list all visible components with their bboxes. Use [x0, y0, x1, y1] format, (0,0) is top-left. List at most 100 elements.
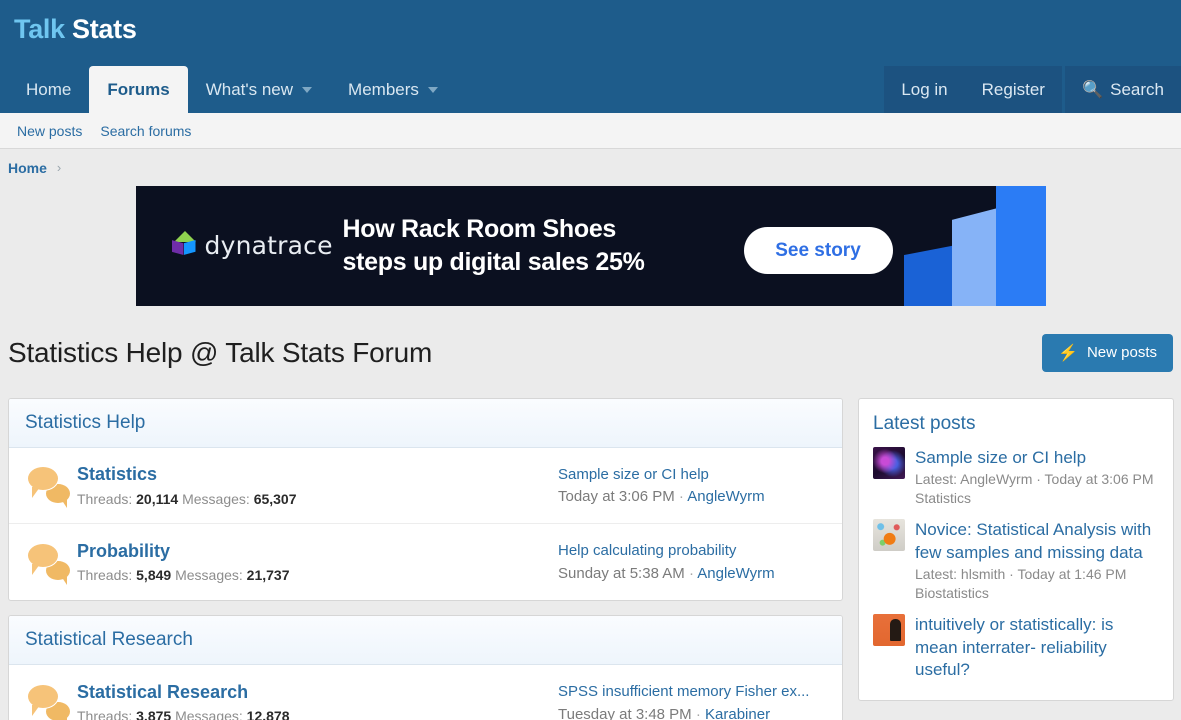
messages-count: 12,878 — [246, 708, 290, 720]
avatar[interactable] — [873, 518, 905, 551]
nav-item-members[interactable]: Members — [330, 66, 456, 113]
last-post-date: Sunday at 5:38 AM — [558, 564, 685, 582]
chevron-down-icon[interactable] — [302, 86, 313, 93]
messages-label: Messages: — [175, 567, 243, 584]
main-navigation: Home Forums What's new Members Log in Re… — [0, 66, 1181, 113]
ad-headline: How Rack Room Shoes steps up digital sal… — [343, 213, 645, 280]
forum-category-header[interactable]: Statistics Help — [9, 398, 842, 448]
ad-headline-line2: steps up digital sales 25% — [342, 248, 645, 277]
ad-cta-button[interactable]: See story — [743, 227, 893, 274]
forum-node-main: Statistical Research Threads: 3,875 Mess… — [77, 681, 548, 720]
search-button[interactable]: 🔍 Search — [1064, 66, 1181, 113]
forum-node-main: Statistics Threads: 20,114 Messages: 65,… — [77, 463, 548, 507]
forum-node-row[interactable]: Statistical Research Threads: 3,875 Mess… — [9, 665, 842, 720]
last-post-date: Today at 3:06 PM — [558, 488, 675, 506]
forum-node-title[interactable]: Statistical Research — [77, 681, 548, 704]
last-post-date: Tuesday at 3:48 PM — [558, 705, 692, 720]
ad-brand-logo: dynatrace — [169, 230, 333, 260]
register-button[interactable]: Register — [964, 66, 1062, 113]
latest-post-item[interactable]: Novice: Statistical Analysis with few sa… — [873, 518, 1159, 603]
sidebar-column: Latest posts Sample size or CI help Late… — [858, 397, 1174, 701]
forum-bubbles-icon — [25, 542, 77, 585]
messages-label: Messages: — [182, 490, 250, 507]
nav-item-home[interactable]: Home — [8, 66, 89, 113]
last-post-meta: Sunday at 5:38 AM · AngleWyrm — [558, 565, 826, 582]
forum-node-last-post: Sample size or CI help Today at 3:06 PM … — [548, 465, 826, 506]
forum-category-block: Statistical Research Statistical Researc… — [8, 614, 843, 720]
latest-post-meta: Latest: hlsmith · Today at 1:46 PM — [915, 566, 1127, 583]
secondary-navigation: New posts Search forums — [0, 113, 1181, 149]
logo-text-secondary: Stats — [72, 14, 137, 44]
chevron-down-icon[interactable] — [427, 86, 438, 93]
latest-post-title[interactable]: Sample size or CI help — [915, 447, 1159, 470]
last-post-title[interactable]: Help calculating probability — [558, 541, 826, 561]
forum-bubbles-icon — [25, 465, 77, 508]
page-title-row: Statistics Help @ Talk Stats Forum ⚡ New… — [0, 306, 1181, 398]
meta-separator: · — [678, 488, 684, 506]
new-posts-button[interactable]: ⚡ New posts — [1042, 333, 1173, 372]
subnav-item-new-posts[interactable]: New posts — [8, 123, 91, 139]
forum-node-stats: Threads: 3,875 Messages: 12,878 — [77, 708, 548, 720]
nav-item-forums-label: Forums — [107, 79, 170, 99]
nav-item-members-label: Members — [348, 79, 419, 99]
latest-post-item[interactable]: Sample size or CI help Latest: AngleWyrm… — [873, 446, 1159, 508]
threads-count: 5,849 — [136, 567, 172, 584]
ad-headline-line1: How Rack Room Shoes — [342, 215, 617, 243]
last-post-meta: Tuesday at 3:48 PM · Karabiner — [558, 706, 826, 720]
last-post-title[interactable]: SPSS insufficient memory Fisher ex... — [558, 682, 826, 702]
nav-primary-items: Home Forums What's new Members — [8, 66, 456, 113]
latest-post-forum[interactable]: Statistics — [915, 489, 1159, 508]
nav-item-forums[interactable]: Forums — [89, 66, 188, 113]
avatar[interactable] — [873, 613, 905, 646]
forum-node-row[interactable]: Statistics Threads: 20,114 Messages: 65,… — [9, 448, 842, 524]
nav-account-items: Log in Register 🔍 Search — [884, 66, 1181, 113]
latest-post-body: Sample size or CI help Latest: AngleWyrm… — [915, 447, 1159, 508]
messages-count: 21,737 — [246, 567, 290, 584]
breadcrumb-separator: › — [56, 160, 62, 175]
last-post-meta: Today at 3:06 PM · AngleWyrm — [558, 488, 826, 505]
ad-brand-name: dynatrace — [204, 230, 333, 260]
threads-count: 20,114 — [136, 490, 179, 507]
threads-count: 3,875 — [136, 708, 172, 720]
last-post-title[interactable]: Sample size or CI help — [558, 465, 826, 485]
last-post-author[interactable]: Karabiner — [705, 706, 770, 720]
messages-count: 65,307 — [253, 490, 297, 507]
forum-node-stats: Threads: 20,114 Messages: 65,307 — [77, 491, 548, 507]
threads-label: Threads: — [77, 490, 133, 507]
lightning-bolt-icon: ⚡ — [1058, 344, 1078, 362]
avatar[interactable] — [873, 446, 905, 479]
last-post-author[interactable]: AngleWyrm — [687, 488, 764, 505]
meta-separator: · — [688, 564, 694, 582]
nav-item-home-label: Home — [26, 79, 72, 99]
meta-separator: · — [695, 705, 701, 720]
forum-node-last-post: SPSS insufficient memory Fisher ex... Tu… — [548, 682, 826, 720]
ad-decorative-bars — [886, 186, 1046, 306]
advertisement-banner[interactable]: dynatrace How Rack Room Shoes steps up d… — [135, 186, 1046, 306]
forum-node-row[interactable]: Probability Threads: 5,849 Messages: 21,… — [9, 524, 842, 600]
site-header: Talk Stats Home Forums What's new Member… — [0, 0, 1181, 113]
forum-category-header[interactable]: Statistical Research — [9, 615, 842, 665]
latest-post-title[interactable]: Novice: Statistical Analysis with few sa… — [915, 519, 1159, 564]
forum-node-title[interactable]: Probability — [77, 540, 548, 563]
subnav-item-search-forums[interactable]: Search forums — [91, 123, 200, 139]
latest-post-item[interactable]: intuitively or statistically: is mean in… — [873, 613, 1159, 683]
forum-node-main: Probability Threads: 5,849 Messages: 21,… — [77, 540, 548, 584]
login-button[interactable]: Log in — [884, 66, 965, 113]
last-post-author[interactable]: AngleWyrm — [697, 565, 774, 582]
forum-node-stats: Threads: 5,849 Messages: 21,737 — [77, 567, 548, 583]
nav-item-whats-new-label: What's new — [205, 79, 294, 99]
register-button-label: Register — [981, 79, 1045, 99]
new-posts-button-label: New posts — [1086, 344, 1157, 362]
site-logo[interactable]: Talk Stats — [14, 14, 137, 45]
latest-post-forum[interactable]: Biostatistics — [915, 584, 1159, 603]
messages-label: Messages: — [175, 708, 243, 720]
latest-post-title[interactable]: intuitively or statistically: is mean in… — [915, 614, 1159, 682]
nav-item-whats-new[interactable]: What's new — [188, 66, 330, 113]
latest-posts-widget: Latest posts Sample size or CI help Late… — [858, 397, 1174, 701]
logo-text-primary: Talk — [14, 14, 65, 44]
breadcrumb-item-home[interactable]: Home — [8, 160, 47, 176]
latest-posts-title[interactable]: Latest posts — [873, 413, 1159, 435]
forum-node-title[interactable]: Statistics — [77, 463, 548, 486]
breadcrumb: Home › — [0, 149, 1181, 186]
latest-post-body: Novice: Statistical Analysis with few sa… — [915, 519, 1159, 603]
